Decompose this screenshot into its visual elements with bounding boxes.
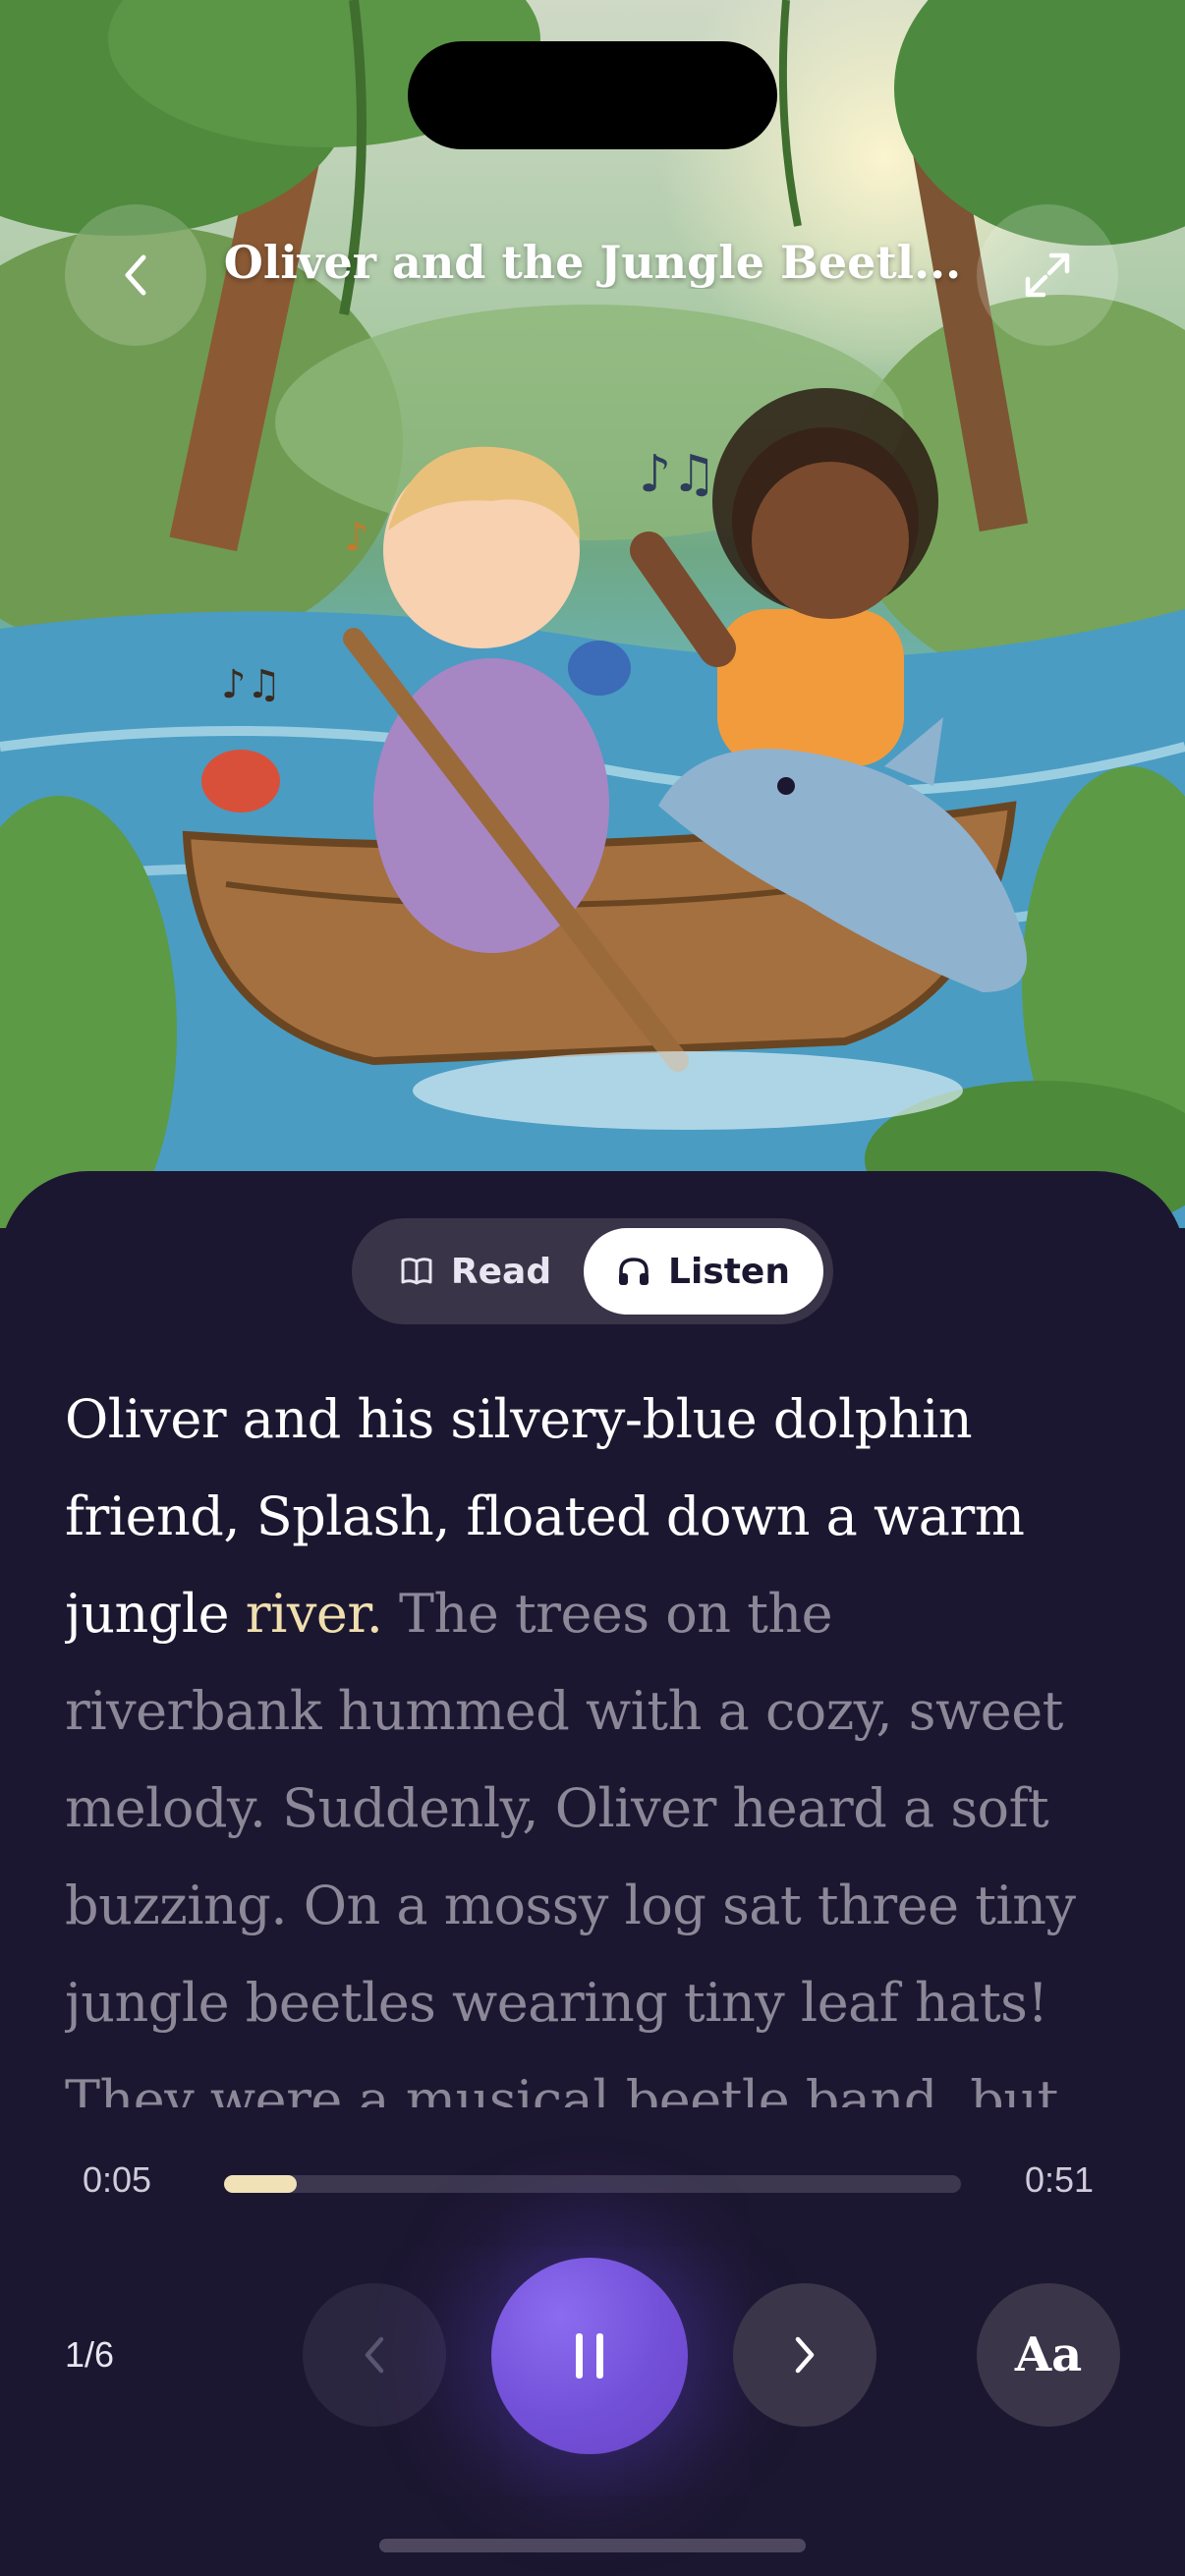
previous-page-button[interactable] [303,2283,446,2427]
svg-text:♪: ♪ [344,515,369,560]
headphones-icon [619,1258,649,1285]
audio-progress-bar[interactable] [224,2175,961,2193]
story-segment-read: Oliver and his silvery-blue dolphin [65,1388,973,1450]
read-tab[interactable]: Read [364,1228,588,1315]
story-segment-unread: jungle beetles wearing tiny leaf hats! [65,1972,1048,2034]
jungle-river-illustration: ♪♫ ♪ ♪♫ [0,0,1185,1228]
story-illustration: ♪♫ ♪ ♪♫ [0,0,1185,1228]
story-segment-unread: buzzing. On a mossy log sat three tiny [65,1875,1076,1936]
page-counter: 1/6 [65,2334,115,2375]
book-icon [401,1258,432,1285]
story-title: Oliver and the Jungle Beetl... [223,236,962,289]
story-segment-current: river. [245,1583,383,1645]
expand-button[interactable] [977,204,1118,346]
current-time: 0:05 [83,2159,152,2200]
expand-icon [1025,252,1070,298]
svg-text:♪♫: ♪♫ [221,662,281,707]
story-line: jungle river. The trees on the [65,1565,1136,1662]
read-listen-toggle: Read Listen [352,1218,833,1324]
story-line: Oliver and his silvery-blue dolphin [65,1371,1136,1468]
read-tab-label: Read [450,1251,552,1292]
home-indicator [379,2539,806,2552]
story-segment-read: jungle [65,1583,246,1645]
font-size-button[interactable]: Aa [977,2283,1120,2427]
chevron-left-icon [365,2336,384,2374]
chevron-left-icon [125,254,146,296]
listen-tab-label: Listen [668,1251,790,1292]
chevron-right-icon [795,2336,815,2374]
listen-tab[interactable]: Listen [584,1228,823,1315]
story-text: Oliver and his silvery-blue dolphin frien… [65,1371,1136,2107]
story-segment-read: friend, Splash, floated down a warm [65,1485,1025,1547]
audio-progress-fill [224,2175,297,2193]
story-segment-unread: riverbank hummed with a cozy, sweet [65,1680,1063,1742]
svg-text:♪♫: ♪♫ [639,445,717,504]
story-line: jungle beetles wearing tiny leaf hats! [65,1954,1136,2051]
dynamic-island [408,41,777,149]
next-page-button[interactable] [733,2283,876,2427]
story-line: buzzing. On a mossy log sat three tiny [65,1857,1136,1954]
story-segment-unread: They were a musical beetle band, but [65,2069,1058,2107]
pause-icon [576,2333,603,2379]
total-time: 0:51 [1025,2159,1095,2200]
pause-button[interactable] [491,2258,688,2454]
story-segment-unread: melody. Suddenly, Oliver heard a soft [65,1777,1049,1839]
story-line: friend, Splash, floated down a warm [65,1468,1136,1565]
story-segment-unread: The trees on the [382,1583,833,1645]
story-line: melody. Suddenly, Oliver heard a soft [65,1760,1136,1857]
story-line: They were a musical beetle band, but [65,2051,1136,2107]
back-button[interactable] [65,204,206,346]
story-line: riverbank hummed with a cozy, sweet [65,1662,1136,1760]
